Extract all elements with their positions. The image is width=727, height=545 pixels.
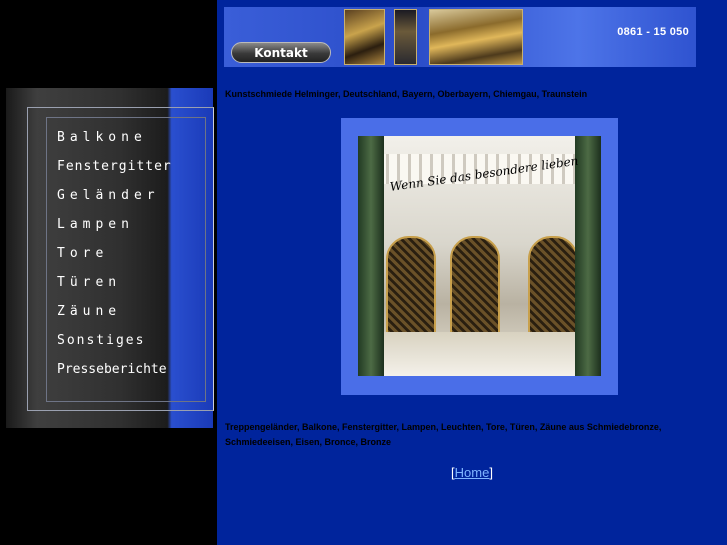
photo-tree-right — [575, 136, 601, 376]
menu-item-gelaender[interactable]: Geländer — [57, 184, 172, 213]
menu-item-lampen[interactable]: Lampen — [57, 213, 172, 242]
header-thumbnail-lamp[interactable] — [394, 9, 417, 65]
photo-arch-right — [528, 236, 578, 336]
menu-item-fenstergitter[interactable]: Fenstergitter — [57, 155, 172, 184]
home-bracket-close: ] — [489, 465, 493, 480]
menu-item-tueren[interactable]: Türen — [57, 271, 172, 300]
page-subtitle: Kunstschmiede Helminger, Deutschland, Ba… — [225, 89, 588, 99]
menu-item-sonstiges[interactable]: Sonstiges — [57, 329, 172, 358]
photo-arch-left — [386, 236, 436, 336]
home-link-wrapper: [Home] — [451, 465, 493, 480]
menu-item-balkone[interactable]: Balkone — [57, 126, 172, 155]
photo-floor — [358, 332, 601, 376]
phone-number: 0861 - 15 050 — [617, 26, 689, 38]
home-link[interactable]: Home — [455, 465, 490, 480]
header-thumbnail-railing[interactable] — [429, 9, 523, 65]
main-menu: Balkone Fenstergitter Geländer Lampen To… — [57, 126, 172, 387]
kontakt-button[interactable]: Kontakt — [231, 42, 331, 63]
menu-item-presseberichte[interactable]: Presseberichte — [57, 358, 172, 387]
menu-item-tore[interactable]: Tore — [57, 242, 172, 271]
photo-arch-center — [450, 236, 500, 336]
header-thumbnail-gate[interactable] — [344, 9, 385, 65]
keywords-text: Treppengeländer, Balkone, Fenstergitter,… — [225, 422, 662, 447]
photo-tree-left — [358, 136, 384, 376]
menu-item-zaeune[interactable]: Zäune — [57, 300, 172, 329]
